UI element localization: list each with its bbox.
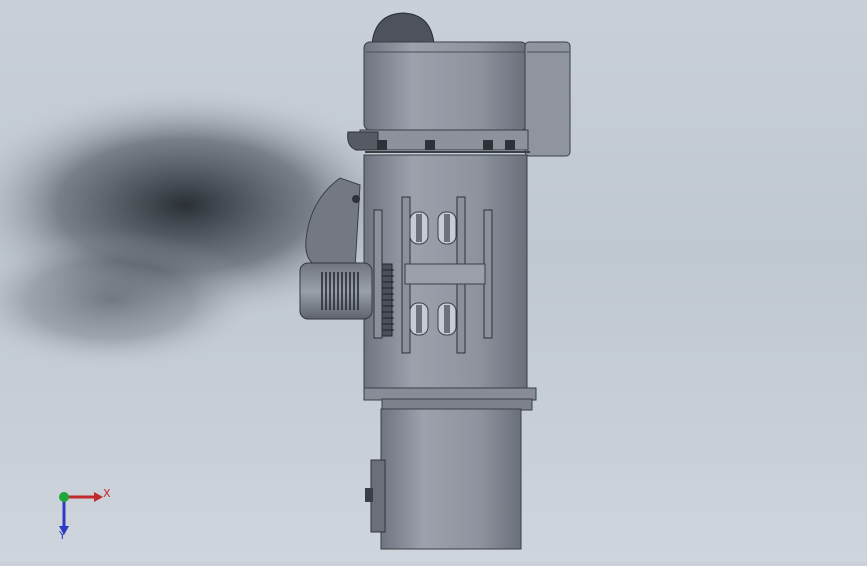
side-port-knob [365, 488, 373, 502]
triad-origin [59, 492, 69, 502]
upper-housing[interactable] [363, 41, 528, 131]
model-view-canvas[interactable] [0, 0, 867, 562]
lower-flange[interactable] [381, 398, 533, 411]
elbow-bolt [352, 195, 360, 203]
main-body-shoulder [363, 387, 537, 401]
graphics-viewport[interactable] [0, 0, 867, 562]
lower-cylinder[interactable] [380, 408, 522, 550]
side-port[interactable] [370, 459, 386, 533]
y-axis-label: Y [59, 529, 66, 542]
x-axis-label: X [103, 487, 111, 500]
trolley-axle[interactable] [404, 263, 486, 285]
x-axis-arrowhead [94, 492, 103, 502]
top-dome[interactable] [371, 12, 435, 45]
motor-body[interactable] [299, 262, 373, 320]
upper-side-box[interactable] [524, 41, 571, 157]
hinge-arm[interactable] [347, 131, 379, 151]
